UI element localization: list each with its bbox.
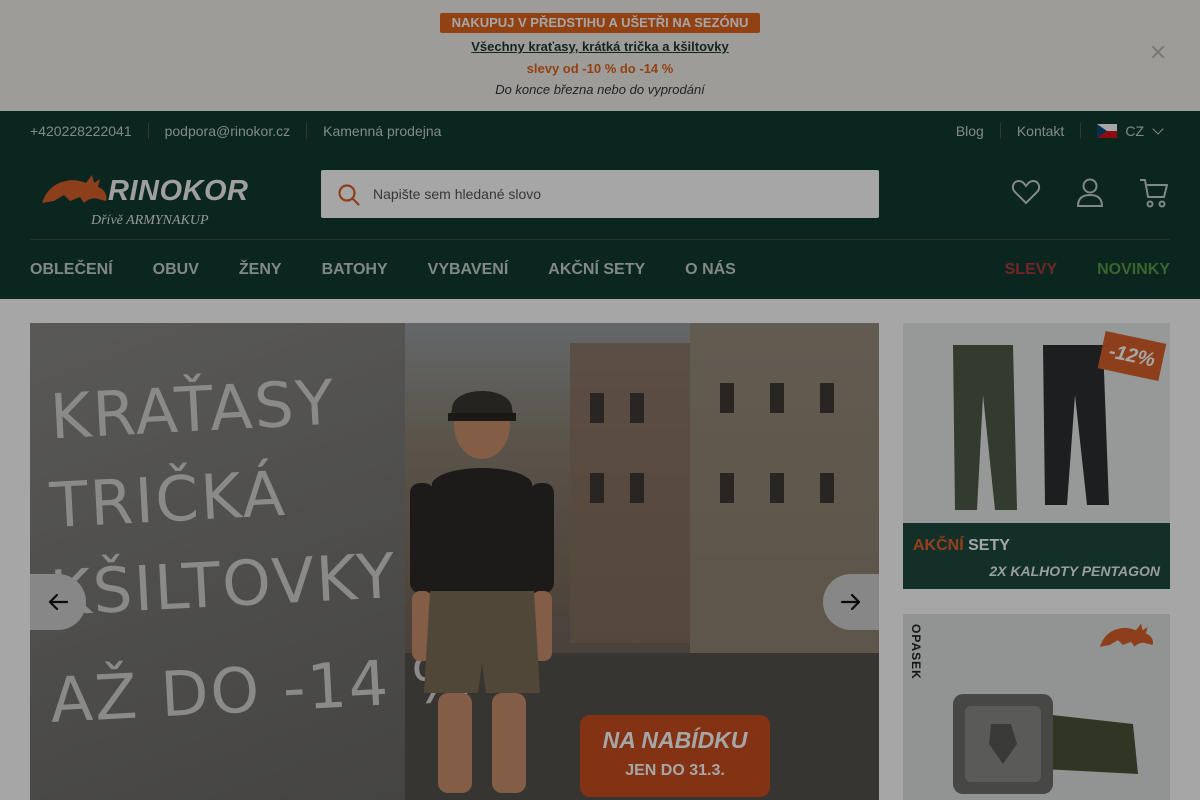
hero-window (820, 473, 834, 503)
cart-icon[interactable] (1138, 177, 1170, 209)
hero-window (590, 393, 604, 423)
heart-icon[interactable] (1011, 177, 1041, 207)
promo-deadline: Do konce března nebo do vyprodání (495, 82, 705, 97)
nav-item-obleceni[interactable]: OBLEČENÍ (30, 261, 113, 279)
language-selector[interactable]: CZ (1080, 123, 1170, 139)
promo-bar: NAKUPUJ V PŘEDSTIHU A UŠETŘI NA SEZÓNU V… (0, 0, 1200, 111)
logo[interactable]: RINOKOR Dřívě ARMYNAKUP (40, 169, 260, 239)
arrow-right-icon (840, 593, 861, 611)
model-figure (410, 391, 554, 793)
banner-heading: AKČNÍ SETY (913, 537, 1010, 555)
nav-item-obuv[interactable]: OBUV (153, 261, 199, 279)
hero-window (770, 473, 784, 503)
banner-label: OPASEK (909, 624, 923, 680)
blog-link[interactable]: Blog (940, 123, 1000, 139)
chalk-text: TRIČKÁ (48, 456, 289, 543)
language-label: CZ (1125, 123, 1144, 139)
nav-item-sale[interactable]: SLEVY (1005, 261, 1057, 279)
phone-link[interactable]: +420228222041 (30, 123, 148, 139)
store-link[interactable]: Kamenná prodejna (306, 123, 457, 139)
chalk-text: KRAŤASY (48, 365, 338, 454)
close-icon[interactable] (1150, 44, 1166, 60)
promo-discount: slevy od -10 % do -14 % (526, 61, 674, 76)
nav-item-o-nas[interactable]: O NÁS (685, 261, 736, 279)
chevron-down-icon (1152, 123, 1164, 135)
hero-slider[interactable]: KRAŤASY TRIČKÁ KŠILTOVKY AŽ DO -14 % NA … (30, 323, 879, 800)
nav-highlights: SLEVY NOVINKY (965, 261, 1170, 279)
promo-badge: NAKUPUJ V PŘEDSTIHU A UŠETŘI NA SEZÓNU (440, 13, 760, 33)
top-bar: +420228222041 podpora@rinokor.cz Kamenná… (30, 111, 1170, 151)
logo-text: RINOKOR (108, 175, 249, 207)
offer-badge: NA NABÍDKU JEN DO 31.3. (580, 715, 770, 797)
hero-window (630, 393, 644, 423)
search-box (321, 170, 879, 218)
hero-window (770, 383, 784, 413)
hero-window (820, 383, 834, 413)
pants-image (953, 345, 1109, 510)
hero-window (630, 473, 644, 503)
banner-belt[interactable]: OPASEK (903, 614, 1170, 800)
slider-prev-button[interactable] (30, 574, 86, 630)
hero-window (590, 473, 604, 503)
czech-flag-icon (1097, 124, 1118, 138)
logo-subtitle: Dřívě ARMYNAKUP (91, 213, 209, 228)
nav-item-batohy[interactable]: BATOHY (322, 261, 388, 279)
banner-heading-akcni: AKČNÍ (913, 537, 964, 554)
main-nav: OBLEČENÍ OBUV ŽENY BATOHY VYBAVENÍ AKČNÍ… (30, 261, 776, 279)
slider-next-button[interactable] (823, 574, 879, 630)
hero-window (720, 473, 734, 503)
nav-item-new[interactable]: NOVINKY (1097, 261, 1170, 279)
rhino-icon (1099, 623, 1153, 647)
search-icon[interactable] (337, 183, 361, 207)
nav-divider (30, 239, 1170, 240)
search-input[interactable] (373, 170, 863, 218)
offer-title: NA NABÍDKU (602, 727, 748, 753)
offer-subtitle: JEN DO 31.3. (625, 762, 725, 779)
email-link[interactable]: podpora@rinokor.cz (147, 123, 307, 139)
nav-item-akcni-sety[interactable]: AKČNÍ SETY (548, 261, 645, 279)
nav-item-zeny[interactable]: ŽENY (239, 261, 282, 279)
promo-link[interactable]: Všechny kraťasy, krátká trička a kšiltov… (0, 39, 1200, 54)
banner-heading-sety: SETY (968, 537, 1010, 554)
banner-subtitle: 2X KALHOTY PENTAGON (989, 563, 1160, 579)
user-icon[interactable] (1076, 177, 1104, 207)
rhino-icon (42, 175, 107, 203)
arrow-left-icon (48, 593, 69, 611)
banner-pants-set[interactable]: -12% AKČNÍ SETY 2X KALHOTY PENTAGON (903, 323, 1170, 589)
site-header: +420228222041 podpora@rinokor.cz Kamenná… (0, 111, 1200, 299)
contact-link[interactable]: Kontakt (999, 123, 1080, 139)
hero-window (720, 383, 734, 413)
nav-item-vybaveni[interactable]: VYBAVENÍ (428, 261, 509, 279)
belt-image (953, 694, 1138, 794)
